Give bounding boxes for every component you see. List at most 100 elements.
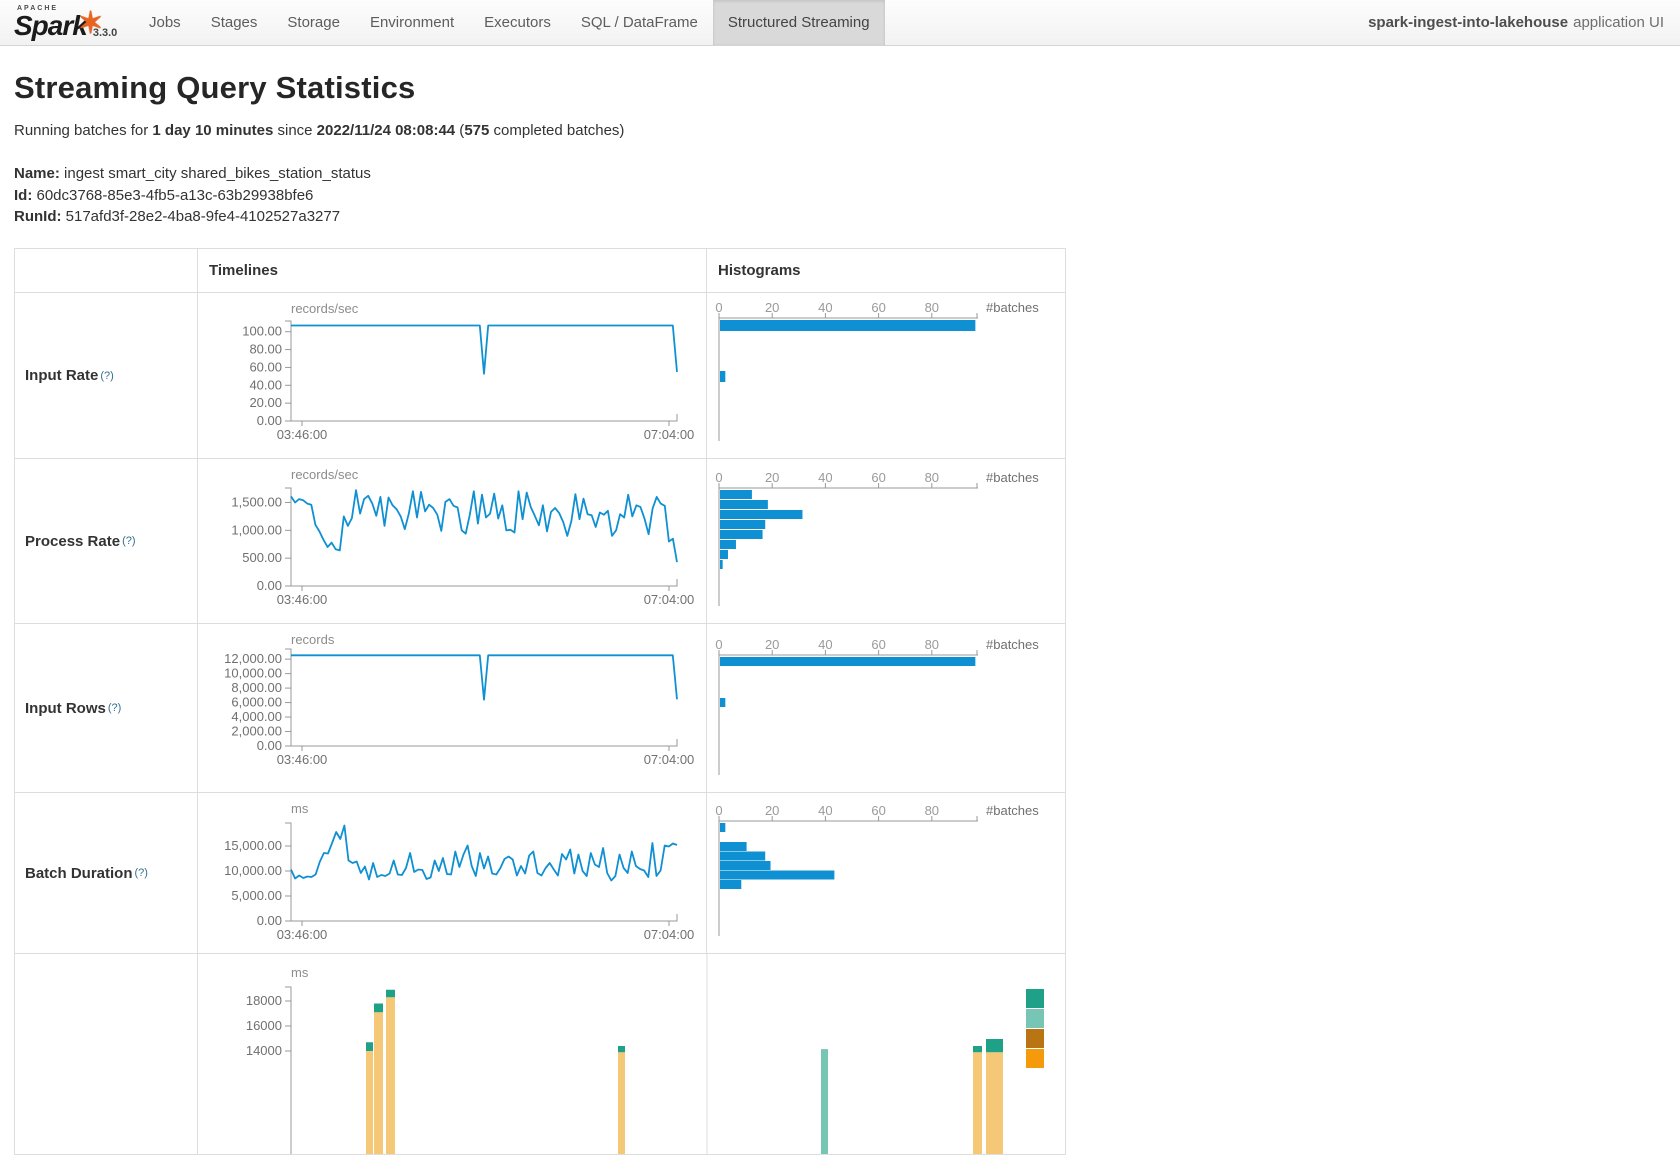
tab-environment[interactable]: Environment xyxy=(355,0,469,45)
svg-text:500.00: 500.00 xyxy=(242,550,282,565)
batch-duration-histogram-chart: 0 20 40 60 80 #batches xyxy=(707,793,1066,954)
spark-logo: APACHE Spark ✶ 3.3.0 xyxy=(0,0,128,45)
svg-text:14000: 14000 xyxy=(246,1043,282,1058)
id-label: Id: xyxy=(14,187,32,204)
svg-text:10,000.00: 10,000.00 xyxy=(224,666,282,681)
svg-text:5,000.00: 5,000.00 xyxy=(231,888,282,903)
row-label-operation-duration xyxy=(15,954,198,1154)
svg-text:40: 40 xyxy=(818,300,832,315)
svg-text:0.00: 0.00 xyxy=(257,913,282,928)
running-mid: since xyxy=(273,122,316,139)
input-rate-histogram-chart: 020406080#batches xyxy=(707,293,1066,459)
svg-text:15,000.00: 15,000.00 xyxy=(224,838,282,853)
row-label-process-rate: Process Rate(?) xyxy=(15,459,198,624)
running-paren-open: ( xyxy=(455,122,464,139)
running-paren-close: completed batches) xyxy=(489,122,624,139)
svg-text:8,000.00: 8,000.00 xyxy=(231,680,282,695)
input-rows-timeline-chart: records12,000.0010,000.008,000.006,000.0… xyxy=(198,624,707,793)
svg-text:0: 0 xyxy=(715,803,722,818)
tab-stages[interactable]: Stages xyxy=(196,0,273,45)
svg-text:records/sec: records/sec xyxy=(291,301,359,316)
application-ui-suffix: application UI xyxy=(1573,14,1664,31)
svg-text:0.00: 0.00 xyxy=(257,738,282,753)
svg-text:records/sec: records/sec xyxy=(291,467,359,482)
svg-text:1,500.00: 1,500.00 xyxy=(231,494,282,509)
svg-text:80: 80 xyxy=(925,803,939,818)
row-label-input-rows: Input Rows(?) xyxy=(15,624,198,793)
process-rate-timeline-chart: records/sec 1,500.00 1,000.00 500.00 0.0003:… xyxy=(198,459,707,624)
svg-text:#batches: #batches xyxy=(986,637,1039,652)
input-rate-timeline-chart: records/sec 100.00 80.00 60.00 40.00 20.00 0.0… xyxy=(198,293,707,459)
svg-text:03:46:00: 03:46:00 xyxy=(277,927,328,942)
spark-star-icon: ✶ xyxy=(78,9,102,39)
batch-duration-timeline-chart: ms 15,000.00 10,000.00 5,000.00 0.0003:46:00… xyxy=(198,793,707,954)
svg-text:records: records xyxy=(291,632,335,647)
query-id-line: Id: 60dc3768-85e3-4fb5-a13c-63b29938bfe6 xyxy=(14,185,1680,207)
svg-text:40: 40 xyxy=(818,803,832,818)
svg-text:20.00: 20.00 xyxy=(249,395,282,410)
svg-text:6,000.00: 6,000.00 xyxy=(231,695,282,710)
svg-text:20: 20 xyxy=(765,470,779,485)
query-runid-line: RunId: 517afd3f-28e2-4ba8-9fe4-4102527a3… xyxy=(14,206,1680,228)
name-label: Name: xyxy=(14,165,60,182)
svg-text:ms: ms xyxy=(291,801,309,816)
tab-sql-dataframe[interactable]: SQL / DataFrame xyxy=(566,0,713,45)
tab-executors[interactable]: Executors xyxy=(469,0,566,45)
svg-text:0: 0 xyxy=(715,637,722,652)
query-name-line: Name: ingest smart_city shared_bikes_sta… xyxy=(14,163,1680,185)
svg-text:80: 80 xyxy=(925,637,939,652)
spark-wordmark: Spark ✶ xyxy=(14,11,87,45)
svg-text:40.00: 40.00 xyxy=(249,377,282,392)
operation-duration-chart: ms 18000 16000 14000 xyxy=(198,954,1066,1154)
svg-text:#batches: #batches xyxy=(986,470,1039,485)
svg-text:03:46:00: 03:46:00 xyxy=(277,752,328,767)
application-name: spark-ingest-into-lakehouse xyxy=(1368,14,1568,31)
svg-text:ms: ms xyxy=(291,965,309,980)
statistics-table: Timelines Histograms Input Rate(?) recor… xyxy=(14,248,1066,1155)
svg-text:07:04:00: 07:04:00 xyxy=(644,927,695,942)
svg-text:2,000.00: 2,000.00 xyxy=(231,724,282,739)
row-label-batch-duration: Batch Duration(?) xyxy=(15,793,198,954)
tab-jobs[interactable]: Jobs xyxy=(134,0,196,45)
svg-text:0.00: 0.00 xyxy=(257,413,282,428)
input-rate-help-icon[interactable]: (?) xyxy=(100,370,113,382)
svg-text:20: 20 xyxy=(765,637,779,652)
svg-text:1,000.00: 1,000.00 xyxy=(231,522,282,537)
tab-structured-streaming[interactable]: Structured Streaming xyxy=(713,0,885,45)
batch-duration-help-icon[interactable]: (?) xyxy=(135,867,148,879)
svg-text:80.00: 80.00 xyxy=(249,342,282,357)
svg-text:07:04:00: 07:04:00 xyxy=(644,427,695,442)
svg-text:07:04:00: 07:04:00 xyxy=(644,592,695,607)
svg-text:20: 20 xyxy=(765,300,779,315)
svg-text:60.00: 60.00 xyxy=(249,359,282,374)
input-rows-histogram-chart: 020406080#batches xyxy=(707,624,1066,793)
id-value: 60dc3768-85e3-4fb5-a13c-63b29938bfe6 xyxy=(32,187,313,204)
svg-text:03:46:00: 03:46:00 xyxy=(277,592,328,607)
query-metadata: Name: ingest smart_city shared_bikes_sta… xyxy=(14,163,1680,228)
svg-text:0.00: 0.00 xyxy=(257,578,282,593)
svg-text:16000: 16000 xyxy=(246,1018,282,1033)
svg-text:10,000.00: 10,000.00 xyxy=(224,863,282,878)
runid-label: RunId: xyxy=(14,208,61,225)
svg-text:#batches: #batches xyxy=(986,803,1039,818)
svg-text:60: 60 xyxy=(871,803,885,818)
process-rate-help-icon[interactable]: (?) xyxy=(122,535,135,547)
svg-text:20: 20 xyxy=(765,803,779,818)
svg-text:0: 0 xyxy=(715,470,722,485)
svg-text:0: 0 xyxy=(715,300,722,315)
running-prefix: Running batches for xyxy=(14,122,152,139)
running-since-timestamp: 2022/11/24 08:08:44 xyxy=(317,122,455,139)
tab-storage[interactable]: Storage xyxy=(272,0,355,45)
application-title: spark-ingest-into-lakehouse application … xyxy=(1368,0,1680,45)
input-rows-help-icon[interactable]: (?) xyxy=(108,702,121,714)
running-duration: 1 day 10 minutes xyxy=(152,122,273,139)
nav-tabs: Jobs Stages Storage Environment Executor… xyxy=(134,0,885,45)
row-label-input-rate: Input Rate(?) xyxy=(15,293,198,459)
svg-text:07:04:00: 07:04:00 xyxy=(644,752,695,767)
svg-text:18000: 18000 xyxy=(246,993,282,1008)
name-value: ingest smart_city shared_bikes_station_s… xyxy=(60,165,371,182)
svg-text:40: 40 xyxy=(818,637,832,652)
page-title: Streaming Query Statistics xyxy=(14,70,1680,106)
header-histograms: Histograms xyxy=(707,249,1066,293)
svg-text:100.00: 100.00 xyxy=(242,324,282,339)
